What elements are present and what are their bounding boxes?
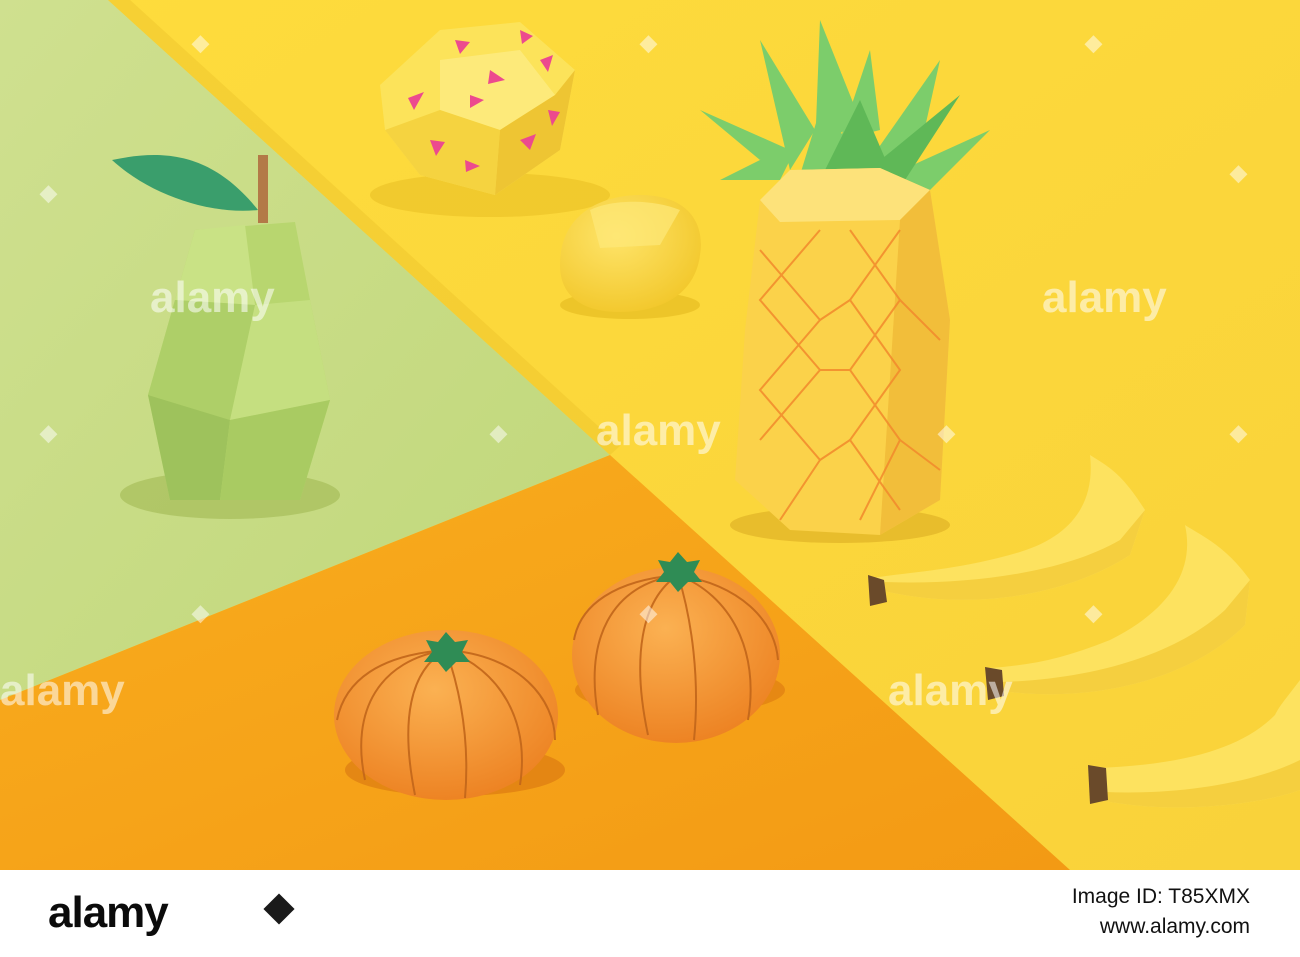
site-url: www.alamy.com (1099, 915, 1250, 938)
svg-text:◆: ◆ (191, 30, 210, 55)
svg-text:◆: ◆ (937, 420, 956, 445)
svg-text:◆: ◆ (489, 420, 508, 445)
image-id: Image ID: T85XMX (1071, 885, 1250, 908)
svg-text:◆: ◆ (39, 180, 58, 205)
svg-text:◆: ◆ (639, 30, 658, 55)
image-info: Image ID: T85XMX www.alamy.com (1072, 882, 1250, 942)
watermark-text: alamy (150, 273, 275, 322)
stock-footer-bar: alamy Image ID: T85XMX www.alamy.com (0, 870, 1300, 957)
svg-text:◆: ◆ (1084, 600, 1103, 625)
watermark-text: alamy (0, 666, 125, 715)
svg-text:◆: ◆ (191, 600, 210, 625)
alamy-logo: alamy (48, 888, 169, 937)
watermark-text: alamy (596, 406, 721, 455)
svg-text:◆: ◆ (1084, 30, 1103, 55)
svg-text:◆: ◆ (1229, 160, 1248, 185)
logo-diamond-icon (263, 893, 295, 925)
watermark-text: alamy (888, 666, 1013, 715)
svg-text:◆: ◆ (639, 600, 658, 625)
svg-text:◆: ◆ (1229, 420, 1248, 445)
watermark-text: alamy (1042, 273, 1167, 322)
origami-fruit-photo: alamy alamy alamy alamy alamy ◆ ◆ ◆ ◆ ◆ ◆ ◆ ◆… (0, 0, 1300, 870)
svg-text:◆: ◆ (39, 420, 58, 445)
